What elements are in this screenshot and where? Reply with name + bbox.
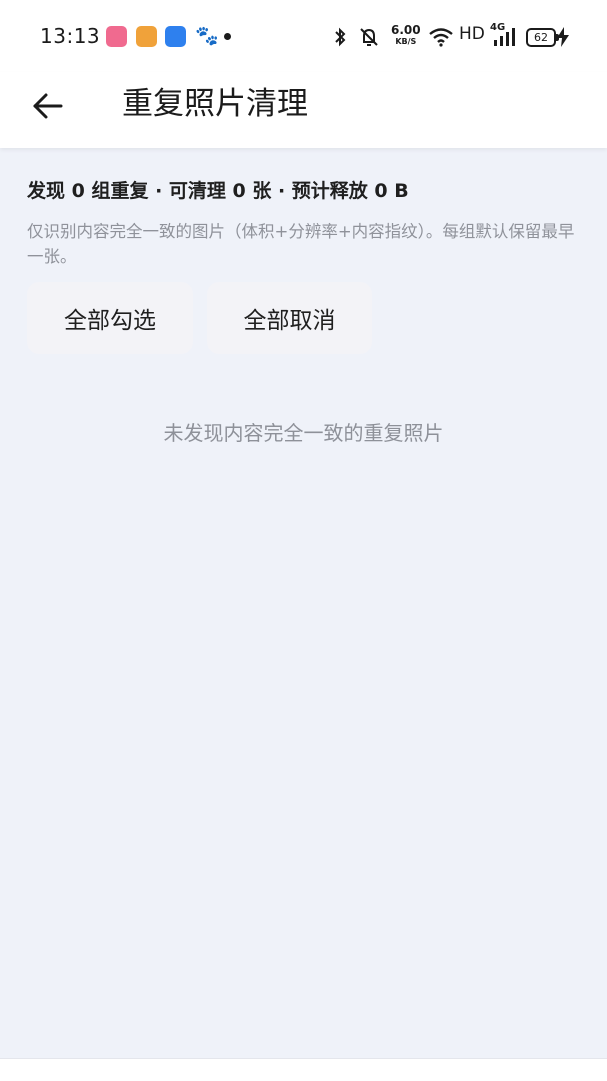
signal-icon (494, 28, 515, 46)
bottom-bar (0, 1058, 607, 1081)
network-speed: 6.00 KB/S (391, 23, 421, 47)
detection-hint: 仅识别内容完全一致的图片（体积+分辨率+内容指纹）。每组默认保留最早一张。 (27, 222, 575, 266)
bluetooth-icon (335, 27, 346, 47)
back-arrow-icon[interactable] (28, 86, 68, 126)
deselect-all-button[interactable]: 全部取消 (207, 282, 372, 354)
page-title: 重复照片清理 (122, 86, 308, 122)
chat-app-icon (165, 26, 186, 47)
status-bar: 13:13 🐾 6.00 KB/S HD 4G 62 (0, 0, 607, 72)
xiaohongshu-app-icon (106, 26, 127, 47)
video-app-icon (136, 26, 157, 47)
network-speed-value: 6.00 (391, 23, 421, 37)
status-time: 13:13 (40, 24, 101, 48)
baidu-paw-icon: 🐾 (195, 25, 219, 47)
mute-bell-icon (360, 28, 378, 46)
wifi-icon (429, 28, 453, 47)
network-speed-unit: KB/S (395, 37, 417, 46)
more-notifications-dot-icon (224, 33, 231, 40)
app-bar: 重复照片清理 (0, 72, 607, 148)
empty-state-message: 未发现内容完全一致的重复照片 (163, 421, 444, 445)
battery-icon: 62 (526, 28, 559, 47)
select-all-button[interactable]: 全部勾选 (27, 282, 193, 354)
hd-label: HD (459, 24, 485, 44)
duplicate-summary: 发现 0 组重复 · 可清理 0 张 · 预计释放 0 B (27, 180, 409, 202)
charging-bolt-icon (557, 27, 569, 47)
